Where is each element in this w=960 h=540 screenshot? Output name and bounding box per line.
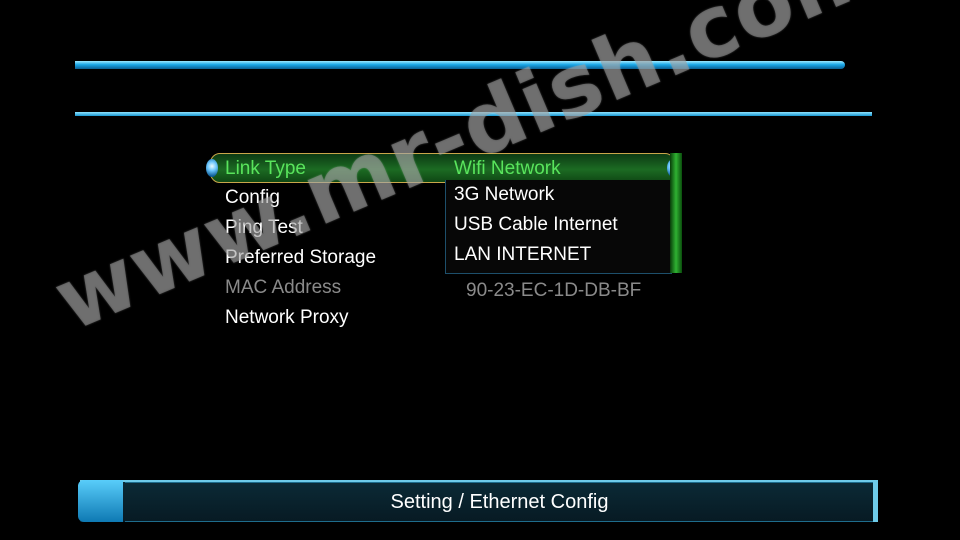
menu-item-label: Link Type xyxy=(225,158,306,179)
footer-bar: Setting / Ethernet Config xyxy=(78,480,878,522)
top-banner-bar xyxy=(75,61,845,69)
menu-item-label: MAC Address xyxy=(225,277,342,298)
menu-item-link-type[interactable]: Link Type Wifi Network xyxy=(206,153,679,183)
menu-item-label: Ping Test xyxy=(225,217,303,238)
menu-item-label: Config xyxy=(225,187,280,208)
footer-accent-tab xyxy=(78,480,123,522)
selection-left-cap-icon xyxy=(206,159,218,177)
menu-item-label: Network Proxy xyxy=(225,307,349,328)
footer-title: Setting / Ethernet Config xyxy=(125,482,875,522)
dropdown-option-usb-cable[interactable]: USB Cable Internet xyxy=(446,210,671,240)
link-type-dropdown[interactable]: 3G Network USB Cable Internet LAN INTERN… xyxy=(445,180,672,274)
menu-item-network-proxy[interactable]: Network Proxy xyxy=(210,303,675,333)
screen: Link Type Wifi Network Config Ping Test … xyxy=(0,0,960,540)
dropdown-option-lan[interactable]: LAN INTERNET xyxy=(446,240,671,270)
dropdown-scrollbar[interactable] xyxy=(670,153,682,273)
menu-item-label: Preferred Storage xyxy=(225,247,377,268)
top-divider-bar xyxy=(75,112,872,116)
footer-right-edge xyxy=(873,480,878,522)
dropdown-option-3g[interactable]: 3G Network xyxy=(446,180,671,210)
mac-address-value: 90-23-EC-1D-DB-BF xyxy=(466,280,642,301)
